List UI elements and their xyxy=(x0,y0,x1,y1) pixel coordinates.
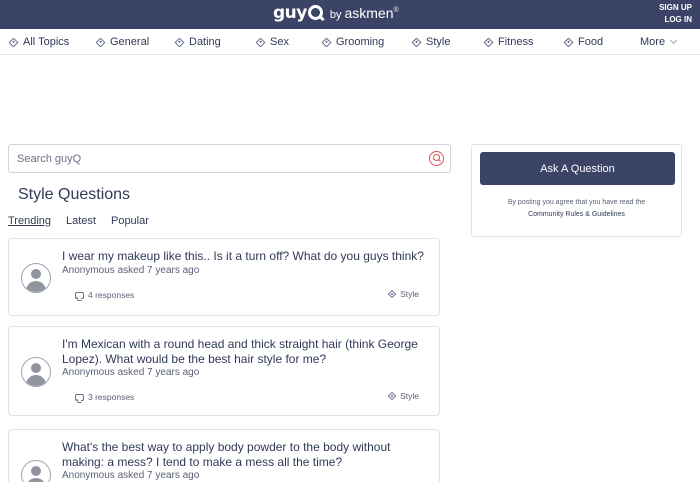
nav-item-label: Fitness xyxy=(498,36,534,48)
nav-item-more[interactable]: More xyxy=(640,36,678,48)
logo-brand: askmen xyxy=(344,5,394,21)
tag-icon xyxy=(95,37,106,47)
question-card[interactable]: What's the best way to apply body powder… xyxy=(8,429,440,482)
chat-bubble-icon xyxy=(75,393,84,401)
search-input[interactable] xyxy=(9,145,409,172)
search-bar xyxy=(8,144,451,173)
auth-links: SIGN UP LOG IN xyxy=(659,2,692,26)
logo-wordmark: guy xyxy=(273,3,307,23)
tag-icon xyxy=(387,391,397,401)
sign-up-link[interactable]: SIGN UP xyxy=(659,2,692,14)
log-in-link[interactable]: LOG IN xyxy=(659,14,692,26)
nav-item-general[interactable]: General xyxy=(95,36,150,48)
ask-question-panel: Ask A Question By posting you agree that… xyxy=(471,144,682,237)
nav-item-label: Dating xyxy=(189,36,221,48)
tag-icon xyxy=(411,37,422,47)
sort-tabs: Trending Latest Popular xyxy=(8,215,164,227)
tag-icon xyxy=(387,289,397,299)
nav-item-sex[interactable]: Sex xyxy=(255,36,289,48)
nav-more-label: More xyxy=(640,36,666,48)
responses-label: 3 responses xyxy=(88,392,135,402)
tag-icon xyxy=(321,37,332,47)
nav-item-all-topics[interactable]: All Topics xyxy=(8,36,70,48)
question-tag-label: Style xyxy=(400,391,419,401)
tab-trending[interactable]: Trending xyxy=(8,215,51,227)
chat-bubble-icon xyxy=(75,291,84,299)
nav-item-dating[interactable]: Dating xyxy=(174,36,221,48)
tag-icon xyxy=(483,37,494,47)
nav-item-grooming[interactable]: Grooming xyxy=(321,36,385,48)
nav-item-label: Food xyxy=(578,36,604,48)
posting-agreement: By posting you agree that you have read … xyxy=(472,197,681,221)
tag-icon xyxy=(255,37,266,47)
nav-item-label: All Topics xyxy=(23,36,70,48)
community-rules-link[interactable]: Community Rules & Guidelines xyxy=(472,209,681,221)
logo-q-icon xyxy=(307,5,323,20)
nav-item-fitness[interactable]: Fitness xyxy=(483,36,534,48)
avatar xyxy=(21,460,51,482)
avatar xyxy=(21,263,51,293)
nav-item-label: Style xyxy=(426,36,451,48)
question-meta: Anonymous asked 7 years ago xyxy=(62,265,200,276)
nav-item-label: General xyxy=(110,36,150,48)
site-logo[interactable]: guy by askmen ® xyxy=(273,3,399,23)
tag-icon xyxy=(8,37,19,47)
logo-by-text: by xyxy=(329,9,342,21)
logo-registered-mark: ® xyxy=(393,7,399,14)
question-tag[interactable]: Style xyxy=(387,391,419,401)
question-meta: Anonymous asked 7 years ago xyxy=(62,470,200,481)
question-title[interactable]: What's the best way to apply body powder… xyxy=(62,440,432,470)
responses-label: 4 responses xyxy=(88,290,135,300)
chevron-down-icon xyxy=(670,36,678,44)
tag-icon xyxy=(563,37,574,47)
tab-popular[interactable]: Popular xyxy=(111,215,149,227)
nav-item-label: Grooming xyxy=(336,36,385,48)
page-title: Style Questions xyxy=(18,186,131,203)
responses-count[interactable]: 4 responses xyxy=(75,290,134,300)
top-bar: guy by askmen ® SIGN UP LOG IN xyxy=(0,0,700,29)
avatar xyxy=(21,357,51,387)
question-title[interactable]: I wear my makeup like this.. Is it a tur… xyxy=(62,249,432,264)
nav-item-label: Sex xyxy=(270,36,289,48)
search-icon[interactable] xyxy=(429,151,444,166)
tab-latest[interactable]: Latest xyxy=(66,215,96,227)
question-tag-label: Style xyxy=(400,289,419,299)
question-meta: Anonymous asked 7 years ago xyxy=(62,367,200,378)
question-title[interactable]: I'm Mexican with a round head and thick … xyxy=(62,337,432,367)
question-card[interactable]: I'm Mexican with a round head and thick … xyxy=(8,326,440,416)
nav-item-food[interactable]: Food xyxy=(563,36,604,48)
tag-icon xyxy=(174,37,185,47)
question-card[interactable]: I wear my makeup like this.. Is it a tur… xyxy=(8,238,440,316)
nav-item-style[interactable]: Style xyxy=(411,36,451,48)
responses-count[interactable]: 3 responses xyxy=(75,392,134,402)
ask-question-button[interactable]: Ask A Question xyxy=(480,152,675,185)
posting-note: By posting you agree that you have read … xyxy=(507,199,646,206)
category-nav: All Topics General Dating Sex Grooming S… xyxy=(0,29,700,55)
question-tag[interactable]: Style xyxy=(387,289,419,299)
